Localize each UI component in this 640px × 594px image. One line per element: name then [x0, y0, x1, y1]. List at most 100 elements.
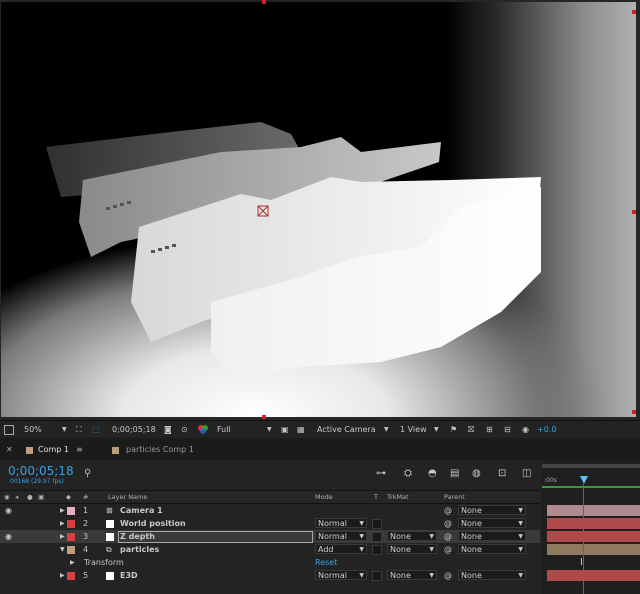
layer-row[interactable]: ▶ 2 World position Normal @ None — [0, 517, 540, 530]
column-mode[interactable]: Mode — [315, 491, 333, 503]
preserve-transparency-checkbox[interactable] — [372, 519, 382, 529]
label-icon[interactable]: ◆ — [66, 491, 71, 503]
column-trkmat[interactable]: TrkMat — [387, 491, 409, 503]
resolution-dropdown-icon[interactable]: ▼ — [267, 424, 272, 436]
resolution-select[interactable]: Full — [217, 424, 231, 436]
color-wheel-icon[interactable] — [198, 424, 208, 436]
comp-handle-top[interactable] — [262, 0, 266, 4]
layer-duration-bar[interactable] — [547, 544, 640, 555]
mode-select[interactable]: Normal — [315, 531, 367, 542]
tab-comp-1[interactable]: Comp 1 — [38, 443, 69, 457]
tab-particles-comp-1[interactable]: particles Comp 1 — [126, 443, 194, 457]
twirl-icon[interactable]: ▶ — [60, 504, 65, 517]
parent-select[interactable]: None — [458, 531, 526, 542]
graph-editor-icon[interactable]: ⊡ — [498, 468, 506, 479]
current-timecode[interactable]: 0;00;05;18 — [8, 464, 74, 478]
motion-blur-icon[interactable]: ◍ — [472, 468, 481, 479]
pickwhip-icon[interactable]: @ — [444, 517, 452, 530]
view-dropdown-icon[interactable]: ▼ — [434, 424, 439, 436]
eye-icon[interactable]: ◉ — [5, 504, 12, 517]
layer-name-edit[interactable]: Z depth — [118, 531, 313, 543]
comp-handle-right-bottom[interactable] — [632, 410, 636, 414]
shy-icon[interactable]: ◓ — [428, 468, 437, 479]
parent-select[interactable]: None — [458, 505, 526, 516]
fit-icon[interactable]: ⛶ — [76, 424, 82, 436]
zoom-dropdown-icon[interactable]: ▼ — [62, 424, 67, 436]
search-icon[interactable]: ⚲ — [84, 468, 91, 479]
transform-row[interactable]: ▶ Transform Reset — [0, 556, 540, 569]
camera-select[interactable]: Active Camera — [317, 424, 376, 436]
pickwhip-icon[interactable]: @ — [444, 504, 452, 517]
column-t[interactable]: T — [374, 491, 378, 503]
parent-select[interactable]: None — [458, 570, 526, 581]
layer-name[interactable]: particles — [120, 543, 159, 556]
column-layer-name[interactable]: Layer Name — [108, 491, 147, 503]
mode-select[interactable]: Add — [315, 544, 367, 555]
work-area-bar[interactable] — [542, 464, 640, 468]
layer-name[interactable]: E3D — [120, 569, 138, 582]
playhead-icon[interactable] — [580, 476, 588, 484]
reset-exposure-icon[interactable]: ◉ — [522, 424, 529, 436]
camera-dropdown-icon[interactable]: ▼ — [384, 424, 389, 436]
transform-label[interactable]: Transform — [84, 556, 124, 569]
pickwhip-icon[interactable]: @ — [444, 569, 452, 582]
pickwhip-icon[interactable]: @ — [444, 543, 452, 556]
label-swatch[interactable] — [67, 507, 75, 515]
layer-row[interactable]: ▼ 4 ⧉ particles Add None @ None — [0, 543, 540, 556]
solo-icon[interactable]: ● — [27, 491, 33, 503]
comp-flowchart-icon[interactable]: ⊶ — [376, 468, 386, 479]
speaker-icon[interactable]: ◂ — [15, 491, 18, 503]
preserve-transparency-checkbox[interactable] — [372, 545, 382, 555]
comp-handle-right-mid[interactable] — [632, 210, 636, 214]
layer-duration-bar[interactable] — [547, 518, 640, 529]
transparency-grid-icon[interactable]: ▦ — [297, 424, 305, 436]
trkmat-select[interactable]: None — [387, 570, 437, 581]
pickwhip-icon[interactable]: @ — [444, 530, 452, 543]
label-swatch[interactable] — [67, 533, 75, 541]
flowchart-icon[interactable]: ⊟ — [504, 424, 511, 436]
parent-select[interactable]: None — [458, 518, 526, 529]
exposure-value[interactable]: +0.0 — [537, 424, 556, 436]
camera-icon[interactable]: ◙ — [164, 424, 172, 436]
twirl-icon[interactable]: ▶ — [60, 569, 65, 582]
roi-icon[interactable]: ▣ — [281, 424, 289, 436]
lock-icon[interactable]: ▣ — [38, 491, 44, 503]
close-icon[interactable]: ✕ — [6, 443, 13, 457]
brainstorm-icon[interactable]: ◫ — [522, 468, 531, 479]
layer-row-selected[interactable]: ◉ ▶ 3 Z depth Normal None @ None — [0, 530, 540, 543]
monitor-icon[interactable] — [4, 425, 14, 435]
viewer-timecode[interactable]: 0;00;05;18 — [112, 424, 156, 436]
trkmat-select[interactable]: None — [387, 544, 437, 555]
mask-icon[interactable]: ⊙ — [181, 424, 188, 436]
reset-link[interactable]: Reset — [315, 556, 337, 569]
comp-handle-bottom[interactable] — [262, 415, 266, 419]
comp-handle-right-top[interactable] — [632, 10, 636, 14]
twirl-icon[interactable]: ▶ — [60, 517, 65, 530]
eye-icon[interactable]: ◉ — [5, 530, 12, 543]
trkmat-select[interactable]: None — [387, 531, 437, 542]
region-icon[interactable]: ⬚ — [92, 424, 100, 436]
label-swatch[interactable] — [67, 520, 75, 528]
eye-icon[interactable]: ◉ — [4, 491, 10, 503]
render-canvas[interactable] — [1, 2, 636, 417]
twirl-open-icon[interactable]: ▼ — [60, 543, 65, 556]
timeline-icon[interactable]: ⊞ — [486, 424, 493, 436]
playhead-line[interactable] — [583, 484, 584, 594]
tab-menu-icon[interactable]: ≡ — [76, 443, 83, 457]
parent-select[interactable]: None — [458, 544, 526, 555]
layer-name[interactable]: Camera 1 — [120, 504, 163, 517]
mode-select[interactable]: Normal — [315, 518, 367, 529]
twirl-icon[interactable]: ▶ — [70, 556, 75, 569]
frame-blend-icon[interactable]: ▤ — [450, 468, 459, 479]
preserve-transparency-checkbox[interactable] — [372, 571, 382, 581]
toggle-pixel-icon[interactable]: ⚑ — [450, 424, 457, 436]
layer-name[interactable]: World position — [120, 517, 186, 530]
preserve-transparency-checkbox[interactable] — [372, 532, 382, 542]
time-graph[interactable]: :00s I — [542, 460, 640, 594]
layer-row[interactable]: ▶ 5 E3D Normal None @ None — [0, 569, 540, 582]
fast-preview-icon[interactable]: ⛝ — [468, 424, 474, 436]
layer-duration-bar[interactable] — [547, 570, 640, 581]
layer-duration-bar[interactable] — [547, 531, 640, 542]
layer-row[interactable]: ◉ ▶ 1 ⊠ Camera 1 @ None — [0, 504, 540, 517]
label-swatch[interactable] — [67, 546, 75, 554]
